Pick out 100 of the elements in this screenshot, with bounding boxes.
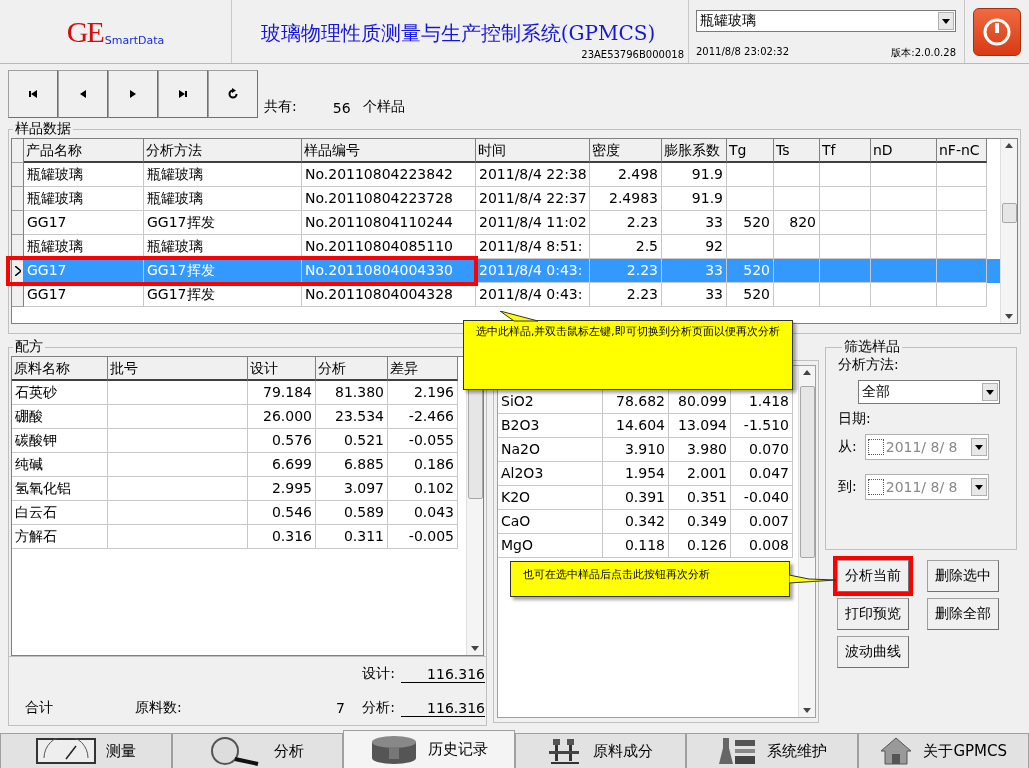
nav-tab[interactable]: 关于GPMCS bbox=[857, 733, 1029, 768]
table-cell: GG17挥发 bbox=[144, 259, 302, 283]
action-button[interactable]: 打印预览 bbox=[837, 598, 909, 630]
from-label: 从: bbox=[838, 438, 857, 456]
gauge-icon bbox=[35, 738, 96, 764]
dropdown-arrow-icon bbox=[974, 484, 983, 490]
design-total-value: 116.316 bbox=[401, 665, 485, 683]
table-cell: MgO bbox=[498, 534, 603, 558]
table-cell: GG17挥发 bbox=[144, 283, 302, 307]
scroll-thumb[interactable] bbox=[800, 386, 815, 558]
navigation-button[interactable] bbox=[58, 70, 108, 118]
column-header[interactable]: nF-nC bbox=[937, 139, 987, 163]
navigation-button[interactable] bbox=[8, 70, 58, 118]
app-title: 玻璃物理性质测量与生产控制系统(GPMCS) bbox=[260, 20, 656, 47]
navigation-button[interactable] bbox=[108, 70, 158, 118]
nav-tab[interactable]: 历史记录 bbox=[343, 730, 515, 768]
table-cell: GG17 bbox=[24, 259, 144, 283]
table-cell: 方解石 bbox=[12, 525, 108, 549]
scroll-up-icon[interactable] bbox=[803, 370, 811, 375]
column-header[interactable]: 产品名称 bbox=[24, 139, 144, 163]
first-icon bbox=[27, 89, 39, 99]
table-cell: No.20110804004330 bbox=[302, 259, 476, 283]
column-header[interactable]: 分析 bbox=[316, 357, 388, 381]
table-cell bbox=[937, 283, 987, 307]
method-select[interactable]: 全部 bbox=[858, 380, 1000, 404]
material-count-label: 原料数: bbox=[135, 699, 183, 717]
action-button[interactable]: 波动曲线 bbox=[837, 636, 909, 668]
table-cell: 2.23 bbox=[590, 283, 662, 307]
table-cell: -0.005 bbox=[388, 525, 458, 549]
column-header[interactable]: 设计 bbox=[248, 357, 316, 381]
navigation-button[interactable] bbox=[208, 70, 258, 118]
column-header[interactable]: 时间 bbox=[476, 139, 590, 163]
panel-title: 筛选样品 bbox=[843, 338, 901, 356]
analysis-total-value: 116.316 bbox=[401, 699, 485, 717]
product-select[interactable]: 瓶罐玻璃 bbox=[696, 10, 956, 32]
scroll-down-icon[interactable] bbox=[471, 646, 479, 651]
cylinder-icon bbox=[369, 734, 418, 765]
nav-tab[interactable]: 系统维护 bbox=[686, 733, 858, 768]
scrollbar[interactable] bbox=[798, 366, 815, 717]
navigation-button[interactable] bbox=[158, 70, 208, 118]
dropdown-arrow-icon bbox=[986, 389, 994, 395]
column-header[interactable]: Tf bbox=[820, 139, 871, 163]
checkbox[interactable] bbox=[867, 479, 884, 495]
column-header[interactable]: 差异 bbox=[388, 357, 458, 381]
scrollbar[interactable] bbox=[1000, 139, 1017, 323]
table-cell: 2011/8/4 0:43: bbox=[476, 283, 590, 307]
column-header[interactable]: 原料名称 bbox=[12, 357, 108, 381]
action-button[interactable]: 删除全部 bbox=[927, 598, 999, 630]
from-date-field[interactable]: 2011/ 8/ 8 bbox=[864, 434, 989, 460]
table-cell: No.20110804085110 bbox=[302, 235, 476, 259]
method-label: 分析方法: bbox=[838, 356, 900, 374]
nav-tab[interactable]: 原料成分 bbox=[514, 733, 686, 768]
table-cell: 520 bbox=[727, 283, 774, 307]
to-label: 到: bbox=[838, 478, 857, 496]
table-cell: 0.008 bbox=[731, 534, 793, 558]
table-cell: 0.311 bbox=[316, 525, 388, 549]
version-text: 版本:2.0.0.28 bbox=[891, 46, 956, 60]
tooltip-callout: 也可在选中样品后点击此按钮再次分析 bbox=[510, 561, 790, 597]
date-label: 日期: bbox=[838, 410, 872, 428]
table-cell: 0.118 bbox=[603, 534, 669, 558]
action-button[interactable]: 删除选中 bbox=[927, 560, 999, 592]
table-cell: 0.126 bbox=[669, 534, 731, 558]
material-count: 7 bbox=[335, 700, 345, 716]
scroll-up-icon[interactable] bbox=[1005, 143, 1013, 148]
column-header[interactable]: Tg bbox=[727, 139, 774, 163]
table-cell bbox=[774, 283, 820, 307]
nav-tab[interactable]: 测量 bbox=[0, 733, 172, 768]
column-header[interactable]: 批号 bbox=[108, 357, 248, 381]
row-selector[interactable] bbox=[12, 259, 24, 283]
logo-brand: SmartData bbox=[104, 34, 165, 47]
scroll-down-icon[interactable] bbox=[1005, 314, 1013, 319]
table-cell bbox=[871, 283, 937, 307]
column-header[interactable]: 密度 bbox=[590, 139, 662, 163]
table-cell: GG17 bbox=[24, 283, 144, 307]
table-cell: 33 bbox=[662, 283, 727, 307]
power-icon bbox=[982, 16, 1012, 47]
column-header[interactable]: 膨胀系数 bbox=[662, 139, 727, 163]
column-header[interactable]: 样品编号 bbox=[302, 139, 476, 163]
table-cell: 瓶罐玻璃 bbox=[144, 235, 302, 259]
power-button[interactable] bbox=[973, 7, 1021, 56]
callout-pointer bbox=[500, 311, 540, 322]
scroll-thumb[interactable] bbox=[1002, 203, 1017, 223]
column-header[interactable]: 分析方法 bbox=[144, 139, 302, 163]
panel-title: 配方 bbox=[14, 338, 44, 356]
scroll-down-icon[interactable] bbox=[803, 708, 811, 713]
to-date-field[interactable]: 2011/ 8/ 8 bbox=[864, 474, 989, 500]
table-cell: 瓶罐玻璃 bbox=[24, 235, 144, 259]
nav-tab[interactable]: 分析 bbox=[171, 733, 343, 768]
panel-title: 样品数据 bbox=[14, 120, 72, 138]
row-pointer-icon bbox=[14, 265, 21, 276]
design-total-label: 设计: bbox=[361, 665, 395, 683]
checkbox[interactable] bbox=[867, 439, 884, 455]
sample-unit: 个样品 bbox=[362, 98, 405, 116]
sum-label: 合计 bbox=[25, 699, 54, 717]
column-header[interactable]: Ts bbox=[774, 139, 820, 163]
column-header[interactable]: nD bbox=[871, 139, 937, 163]
house-icon bbox=[879, 736, 914, 766]
dropdown-arrow-icon bbox=[974, 444, 983, 450]
sample-count: 56 bbox=[332, 100, 351, 118]
last-icon bbox=[177, 89, 189, 99]
